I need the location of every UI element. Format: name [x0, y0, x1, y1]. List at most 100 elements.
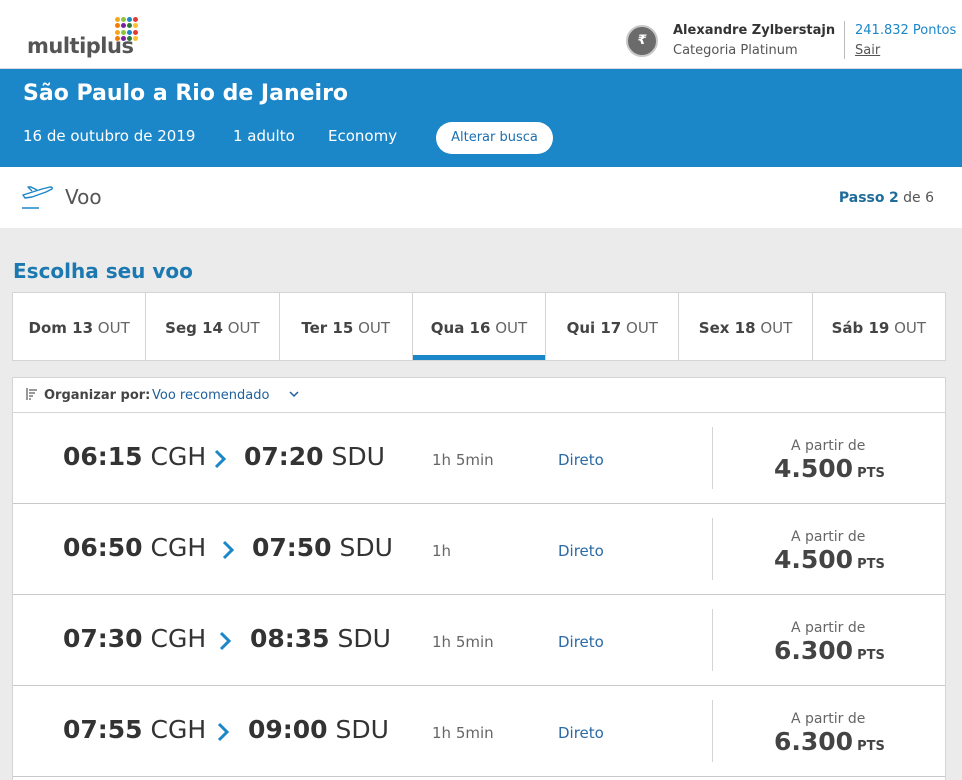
logo-dot: [127, 23, 132, 29]
date-tab-month: OUT: [227, 319, 260, 337]
step-current: 2: [888, 190, 899, 206]
flight-row[interactable]: 06:15 CGH 07:20 SDU 1h 5min Direto A par…: [13, 413, 945, 504]
logo-dot: [121, 35, 126, 41]
step-bar: Voo Passo 2 de 6: [0, 167, 962, 228]
date-tab-day: Qua 16: [430, 319, 491, 337]
date-tab-day: Sáb 19: [831, 319, 890, 337]
step-title: Voo: [65, 185, 102, 209]
price: 6.300 PTS: [774, 636, 885, 665]
date-tab[interactable]: Sáb 19 OUT: [813, 293, 945, 360]
flight-stops[interactable]: Direto: [558, 724, 604, 742]
date-tab-month: OUT: [495, 319, 528, 337]
arrival: 09:00 SDU: [248, 715, 389, 744]
arrival-airport: SDU: [335, 715, 389, 744]
price-prefix: A partir de: [791, 711, 866, 727]
price-value: 4.500: [774, 454, 854, 483]
chevron-right-icon: [217, 722, 230, 742]
route-title: São Paulo a Rio de Janeiro: [23, 81, 349, 106]
travel-date: 16 de outubro de 2019: [23, 127, 196, 145]
date-tab-day: Seg 14: [165, 319, 223, 337]
logo-dot: [115, 23, 120, 29]
flight-stops[interactable]: Direto: [558, 451, 604, 469]
price: 4.500 PTS: [774, 545, 885, 574]
date-tab-selected[interactable]: Qua 16 OUT: [412, 293, 547, 360]
price: 4.500 PTS: [774, 454, 885, 483]
multiplus-badge-icon: ₹: [626, 25, 658, 57]
sort-bar: Organizar por: Voo recomendado: [13, 378, 945, 413]
chevron-right-icon: [214, 449, 227, 469]
logo-dot: [121, 23, 126, 29]
price-value: 6.300: [774, 727, 854, 756]
passenger-count: 1 adulto: [233, 127, 295, 145]
logo-dot: [133, 23, 138, 29]
sort-label: Organizar por:: [44, 388, 151, 403]
price-prefix: A partir de: [791, 529, 866, 545]
sort-icon: [26, 388, 37, 400]
logo-dot: [115, 29, 120, 35]
multiplus-logo[interactable]: multiplus: [27, 17, 142, 62]
date-tab-month: OUT: [894, 319, 927, 337]
departure: 06:15 CGH: [63, 442, 206, 471]
chevron-right-icon: [219, 631, 232, 651]
flight-duration: 1h 5min: [432, 451, 494, 469]
logo-dot: [133, 29, 138, 35]
arrival-time: 08:35: [250, 624, 330, 653]
points-balance-link[interactable]: 241.832 Pontos: [855, 23, 956, 38]
logo-dot: [127, 17, 132, 22]
flight-duration: 1h 5min: [432, 633, 494, 651]
price-unit: PTS: [857, 557, 885, 572]
flight-row[interactable]: 07:55 CGH 09:00 SDU 1h 5min Direto A par…: [13, 686, 945, 777]
flight-stops[interactable]: Direto: [558, 633, 604, 651]
departure-time: 06:50: [63, 533, 143, 562]
sort-dropdown[interactable]: Voo recomendado: [152, 388, 269, 403]
flight-duration: 1h: [432, 542, 452, 560]
flight-row[interactable]: 07:30 CGH 08:35 SDU 1h 5min Direto A par…: [13, 595, 945, 686]
departure: 07:55 CGH: [63, 715, 206, 744]
price-prefix: A partir de: [791, 620, 866, 636]
logout-link[interactable]: Sair: [855, 43, 880, 58]
flight-row[interactable]: 06:50 CGH 07:50 SDU 1h Direto A partir d…: [13, 504, 945, 595]
departure-time: 06:15: [63, 442, 143, 471]
logo-dot: [121, 17, 126, 22]
departure: 06:50 CGH: [63, 533, 206, 562]
date-tab[interactable]: Sex 18 OUT: [679, 293, 813, 360]
departure-time: 07:30: [63, 624, 143, 653]
price-divider: [712, 427, 713, 489]
change-search-button[interactable]: Alterar busca: [436, 122, 553, 154]
arrival-airport: SDU: [339, 533, 393, 562]
arrival-time: 07:50: [252, 533, 332, 562]
step-label: Passo: [838, 190, 885, 206]
price-value: 4.500: [774, 545, 854, 574]
date-tab[interactable]: Qui 17 OUT: [546, 293, 680, 360]
user-category: Categoria Platinum: [673, 43, 798, 58]
logo-dot: [115, 17, 120, 22]
price-prefix: A partir de: [791, 438, 866, 454]
chevron-right-icon: [222, 540, 235, 560]
date-tab[interactable]: Dom 13 OUT: [13, 293, 147, 360]
departure: 07:30 CGH: [63, 624, 206, 653]
departure-airport: CGH: [150, 715, 207, 744]
date-tab[interactable]: Seg 14 OUT: [146, 293, 280, 360]
date-tab-month: OUT: [358, 319, 391, 337]
departure-time: 07:55: [63, 715, 143, 744]
price-divider: [712, 609, 713, 671]
logo-dot: [127, 35, 132, 41]
chevron-down-icon[interactable]: [288, 389, 300, 399]
flight-list: Organizar por: Voo recomendado 06:15 CGH…: [12, 377, 946, 780]
section-title: Escolha seu voo: [13, 259, 193, 283]
logo-dot: [121, 29, 126, 35]
user-name: Alexandre Zylberstajn: [673, 23, 836, 38]
date-tab-month: OUT: [626, 319, 658, 337]
arrival-airport: SDU: [337, 624, 391, 653]
date-tab[interactable]: Ter 15 OUT: [280, 293, 413, 360]
price-unit: PTS: [857, 739, 885, 754]
logo-dot: [133, 35, 138, 41]
step-total: de 6: [903, 190, 934, 206]
flight-stops[interactable]: Direto: [558, 542, 604, 560]
departure-airport: CGH: [150, 442, 207, 471]
departure-airport: CGH: [150, 533, 207, 562]
top-header: multiplus ₹ Alexandre Zylberstajn Catego…: [0, 0, 962, 69]
logo-dot: [115, 35, 120, 41]
price-divider: [712, 700, 713, 762]
logo-dot: [133, 17, 138, 22]
